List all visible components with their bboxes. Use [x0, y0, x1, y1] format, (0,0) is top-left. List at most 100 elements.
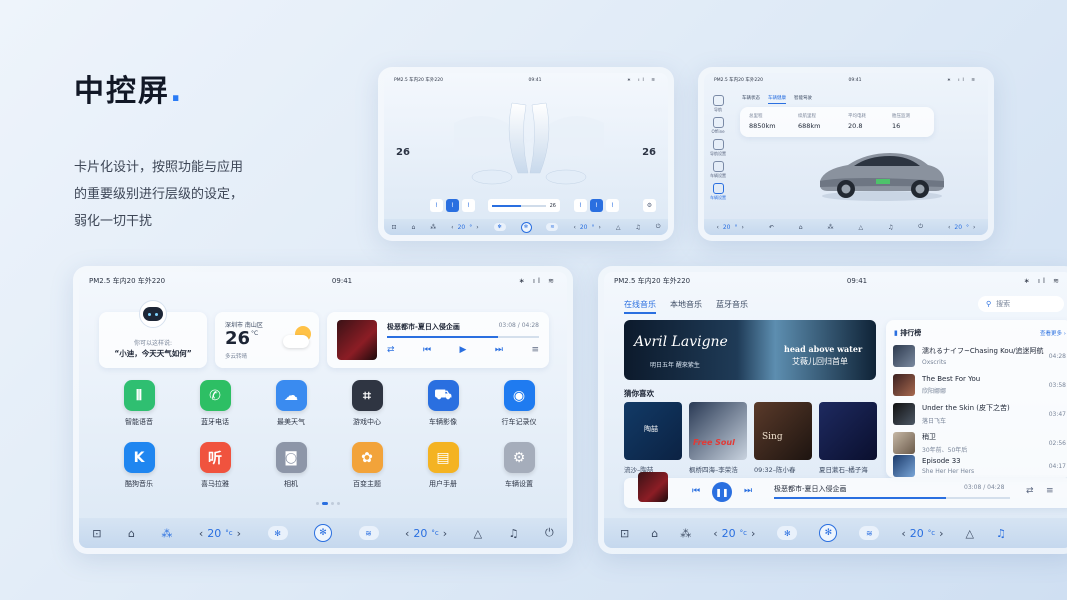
music-icon[interactable]: ♫ [888, 224, 893, 231]
music-icon[interactable]: ♫ [509, 527, 519, 540]
music-icon[interactable]: ♫ [996, 527, 1006, 540]
defrost-icon[interactable]: ≋ [546, 223, 559, 231]
previous-icon[interactable]: ⏮ [692, 486, 700, 496]
side-item[interactable]: 车辆设置 [707, 161, 729, 179]
app-dashcam[interactable]: ◉ 行车记录仪 [484, 380, 554, 427]
ac-icon[interactable]: ✻ [819, 524, 838, 542]
fan-icon[interactable]: ✻ [777, 526, 798, 540]
tab-local-music[interactable]: 本地音乐 [670, 299, 702, 314]
apps-grid-icon[interactable]: ⁂ [161, 527, 172, 540]
fan-icon[interactable]: ✻ [493, 223, 506, 231]
tab-smart-drive[interactable]: 智能驾驶 [794, 95, 812, 104]
tab-vehicle-status[interactable]: 车辆状态 [742, 95, 760, 104]
next-icon[interactable]: ⏭ [495, 345, 503, 355]
favorite-item[interactable]: 夏日漱石–橘子海 [819, 402, 877, 474]
dock: ‹ 20 ° › ↶ ⌂ ⁂ △ ♫ ⏻ ‹ 20 ° › [704, 219, 988, 235]
home-icon[interactable]: ⌂ [411, 224, 415, 231]
play-icon[interactable]: ▶ [460, 345, 467, 355]
rank-more-link[interactable]: 查看更多 › [1040, 329, 1066, 337]
app-car-camera[interactable]: ⛟ 车辆影像 [408, 380, 478, 427]
playlist-icon[interactable]: ≡ [531, 345, 539, 355]
left-temp-control[interactable]: ‹ 20 °c › [199, 527, 241, 540]
app-phone[interactable]: ✆ 蓝牙电话 [180, 380, 250, 427]
music-icon[interactable]: ♫ [635, 224, 640, 231]
app-ximalaya[interactable]: 听喜马拉雅 [180, 442, 250, 489]
right-temp-control[interactable]: ‹ 20 ° › [948, 224, 975, 231]
apps-grid-icon[interactable]: ⁂ [828, 224, 834, 231]
rank-item[interactable]: 濡れるナイフ~Chasing Kou/追迷阿航 Oxscrits 04:28 [893, 344, 1066, 368]
rank-item[interactable]: 稍卫 30年前、50年后 02:56 [893, 431, 1066, 455]
fan-speed-slider[interactable]: 26 [488, 199, 560, 212]
left-temp-control[interactable]: ‹ 20 ° › [451, 224, 478, 231]
app-camera[interactable]: ◙ 相机 [256, 442, 326, 489]
tab-online-music[interactable]: 在线音乐 [624, 299, 656, 314]
home-icon[interactable]: ⌂ [128, 527, 135, 540]
app-kugou[interactable]: K 酷狗音乐 [104, 442, 174, 489]
app-voice[interactable]: ⦀ 智能语音 [104, 380, 174, 427]
assistant-card[interactable]: 你可以这样说: “小迪，今天天气如何” [99, 300, 207, 368]
nav-icon[interactable]: △ [966, 527, 974, 540]
seat-vent-button[interactable]: ⌇ [446, 199, 459, 212]
shuffle-icon[interactable]: ⇄ [387, 345, 395, 355]
next-icon[interactable]: ⏭ [744, 486, 752, 496]
nav-icon[interactable]: △ [616, 224, 621, 231]
defrost-icon[interactable]: ≋ [859, 526, 880, 540]
pause-button[interactable]: ❚❚ [712, 482, 732, 502]
left-temp-control[interactable]: ‹ 20 °c › [713, 527, 755, 540]
power-icon[interactable]: ⏻ [656, 223, 661, 231]
fan-icon[interactable]: ✻ [267, 526, 288, 540]
car-icon[interactable]: ⊡ [92, 527, 101, 540]
ac-icon[interactable]: ✻ [314, 524, 333, 542]
seat-massage-button[interactable]: ⌇ [462, 199, 475, 212]
side-item[interactable]: 导航 [707, 95, 729, 113]
app-gamepad[interactable]: ⌗ 游戏中心 [332, 380, 402, 427]
right-temp-control[interactable]: ‹ 20 ° › [573, 224, 600, 231]
progress-bar[interactable] [387, 336, 539, 338]
power-icon[interactable]: ⏻ [918, 223, 923, 231]
power-icon[interactable]: ⏻ [545, 526, 554, 540]
favorite-item[interactable]: Free Soul 枫桥四海–李荣浩 [689, 402, 747, 474]
app-theme[interactable]: ✿ 百变主题 [332, 442, 402, 489]
home-icon[interactable]: ⌂ [651, 527, 658, 540]
music-card[interactable]: 极恶都市-夏日入侵企画 03:08 / 04:28 ⇄ ⏮ ▶ ⏭ ≡ [327, 312, 549, 368]
right-temp-control[interactable]: ‹ 20 °c › [901, 527, 943, 540]
nav-icon[interactable]: △ [474, 527, 482, 540]
side-item[interactable]: Offline [707, 117, 729, 134]
tab-vehicle-health[interactable]: 车辆健康 [768, 95, 786, 104]
left-temp-control[interactable]: ‹ 20 ° › [716, 224, 743, 231]
manual-icon: ▤ [427, 442, 459, 473]
nav-icon[interactable]: △ [858, 224, 863, 231]
search-input[interactable]: ⚲ 搜索 [978, 296, 1064, 312]
right-temp-control[interactable]: ‹ 20 °c › [405, 527, 447, 540]
car-icon[interactable]: ⊡ [620, 527, 629, 540]
home-icon[interactable]: ⌂ [799, 224, 803, 231]
app-settings[interactable]: ⚙ 车辆设置 [484, 442, 554, 489]
rank-item[interactable]: The Best For You 欣阳娜娜 03:58 [893, 373, 1066, 397]
seat-heat-button[interactable]: ⌇ [574, 199, 587, 212]
progress-bar[interactable] [774, 497, 1010, 499]
car-icon[interactable]: ⊡ [391, 224, 396, 231]
side-item[interactable]: 导航设置 [707, 139, 729, 157]
weather-card[interactable]: 深圳市 南山区 26 °C 多云转晴 [215, 312, 319, 368]
previous-icon[interactable]: ⏮ [423, 345, 431, 355]
defrost-icon[interactable]: ≋ [358, 526, 379, 540]
apps-grid-icon[interactable]: ⁂ [680, 527, 691, 540]
playlist-icon[interactable]: ≡ [1046, 486, 1054, 496]
seat-massage-button[interactable]: ⌇ [606, 199, 619, 212]
tab-bluetooth-music[interactable]: 蓝牙音乐 [716, 299, 748, 314]
favorite-item[interactable]: Sing 09:32–陈小春 [754, 402, 812, 474]
seat-heat-button[interactable]: ⌇ [430, 199, 443, 212]
ac-icon[interactable]: ✻ [520, 221, 532, 233]
app-weather[interactable]: ☁ 最美天气 [256, 380, 326, 427]
auto-mode-button[interactable]: ⚙ [643, 199, 656, 212]
apps-grid-icon[interactable]: ⁂ [430, 224, 436, 231]
banner[interactable]: Avril Lavigne 明日五年 醒來紫生 head above water… [624, 320, 876, 380]
seat-vent-button[interactable]: ⌇ [590, 199, 603, 212]
rank-item[interactable]: Under the Skin (皮下之苦) 落日飞车 03:47 [893, 402, 1066, 426]
shuffle-icon[interactable]: ⇄ [1026, 486, 1034, 496]
side-item-active[interactable]: 车辆设置 [707, 183, 729, 201]
rank-item[interactable]: Episode 33 She Her Her Hers 04:17 [893, 454, 1066, 478]
app-manual[interactable]: ▤ 用户手册 [408, 442, 478, 489]
back-icon[interactable]: ↶ [769, 224, 774, 231]
favorite-item[interactable]: 陶喆 流沙–陶喆 [624, 402, 682, 474]
